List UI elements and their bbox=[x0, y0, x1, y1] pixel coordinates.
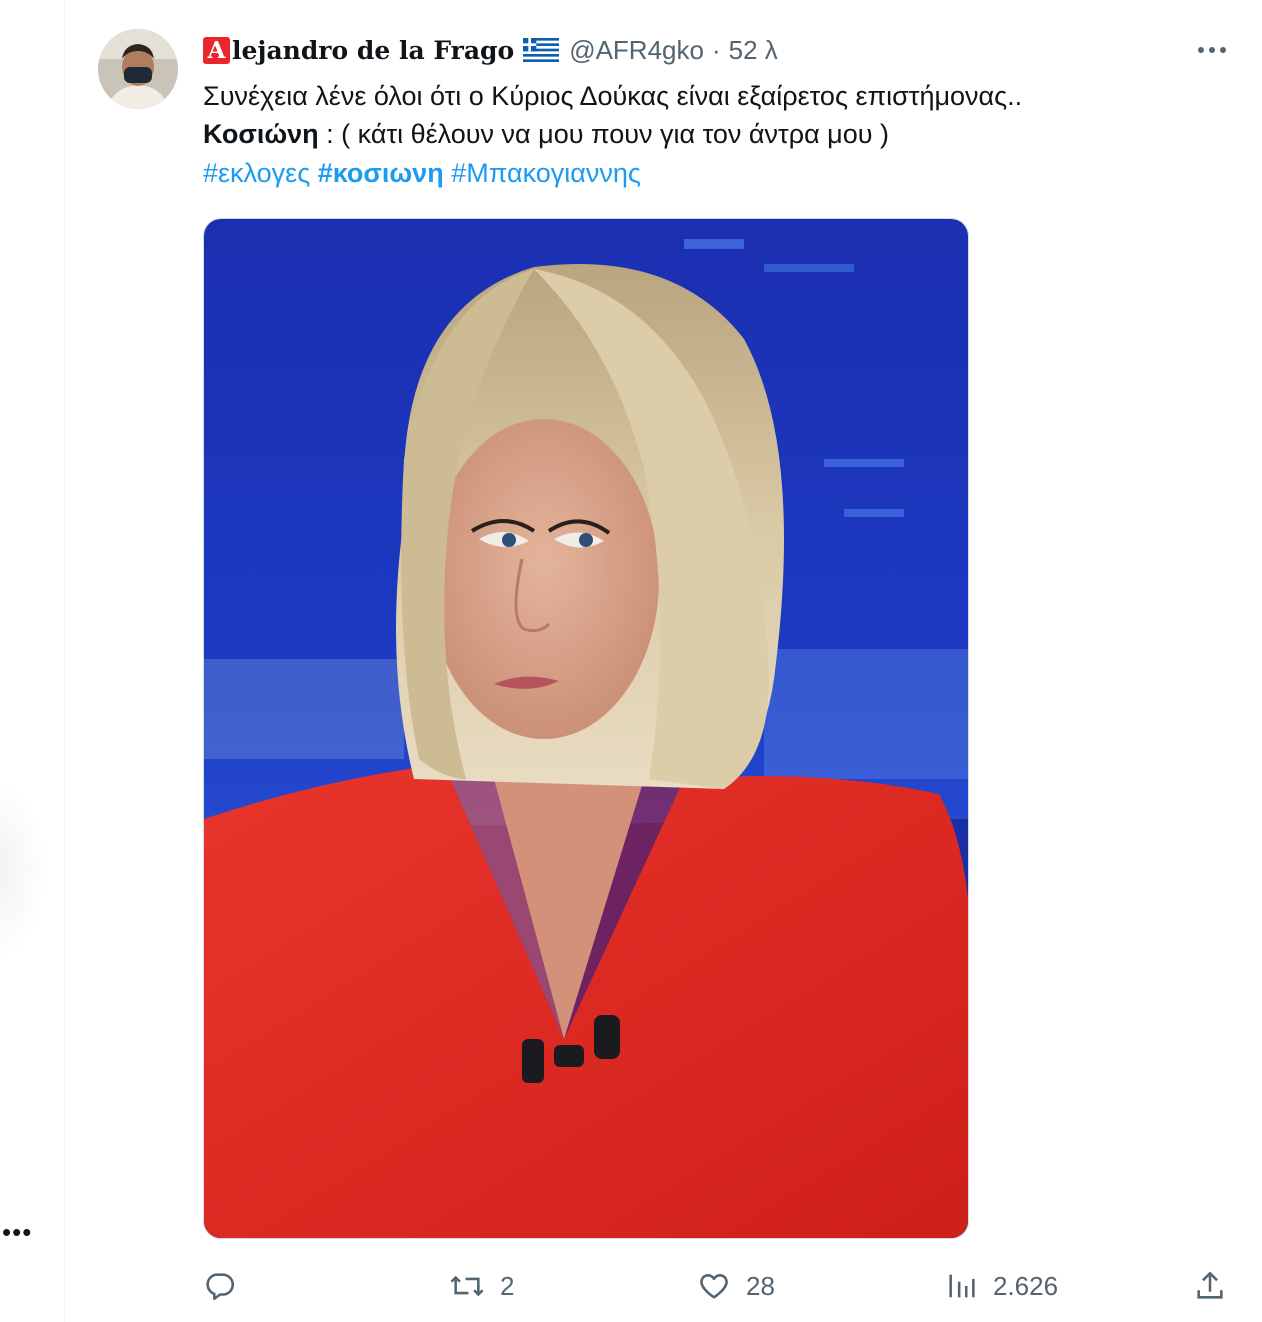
sidebar-edge bbox=[0, 0, 65, 1322]
display-name[interactable]: lejandro de la Frago bbox=[232, 36, 514, 65]
views-icon bbox=[949, 1274, 975, 1298]
tweet-text-line-2: Κοσιώνη : ( κάτι θέλουν να μου πουν για … bbox=[203, 116, 889, 152]
name-badge: A bbox=[203, 36, 230, 64]
views-count: 2.626 bbox=[993, 1270, 1059, 1301]
like-count: 28 bbox=[746, 1270, 775, 1301]
greek-flag-icon bbox=[523, 38, 560, 62]
sidebar-shadow bbox=[0, 780, 46, 960]
share-button[interactable] bbox=[1193, 1266, 1227, 1306]
views-button[interactable]: 2.626 bbox=[945, 1266, 1058, 1306]
tweet-text-line-1: Συνέχεια λένε όλοι ότι ο Κύριος Δούκας ε… bbox=[203, 81, 1023, 111]
mention-name: Κοσιώνη bbox=[203, 119, 319, 149]
sidebar-more-button[interactable]: ••• bbox=[2, 1219, 32, 1245]
reply-button[interactable] bbox=[203, 1266, 251, 1306]
more-options-button[interactable] bbox=[1195, 36, 1229, 64]
photo-image bbox=[204, 219, 968, 1238]
retweet-button[interactable]: 2 bbox=[448, 1266, 514, 1306]
hashtag-link[interactable]: #κοσιωνη bbox=[318, 158, 444, 188]
retweet-icon bbox=[450, 1275, 484, 1297]
user-avatar[interactable] bbox=[98, 29, 178, 109]
tweet-header: A lejandro de la Frago @AFR4gko · 52 λ bbox=[203, 32, 778, 68]
separator-dot: · bbox=[711, 34, 721, 65]
hashtag-link[interactable]: #εκλογες bbox=[203, 158, 310, 188]
heart-icon bbox=[700, 1274, 728, 1299]
more-icon bbox=[1198, 47, 1226, 53]
tweet-photo[interactable] bbox=[203, 218, 969, 1239]
share-icon bbox=[1197, 1271, 1223, 1299]
tweet-timestamp[interactable]: 52 λ bbox=[729, 35, 778, 66]
like-button[interactable]: 28 bbox=[696, 1266, 775, 1306]
tweet-text-quote: : ( κάτι θέλουν να μου πουν για τον άντρ… bbox=[318, 119, 890, 149]
reply-icon bbox=[206, 1273, 235, 1301]
hashtag-link[interactable]: #Μπακογιαννης bbox=[451, 158, 641, 188]
avatar-photo bbox=[98, 29, 178, 109]
user-handle[interactable]: @AFR4gko bbox=[569, 35, 704, 66]
tweet[interactable]: A lejandro de la Frago @AFR4gko · 52 λ Σ… bbox=[65, 0, 1262, 1322]
retweet-count: 2 bbox=[500, 1270, 515, 1301]
hashtags-line: #εκλογες #κοσιωνη #Μπακογιαννης bbox=[203, 155, 641, 191]
